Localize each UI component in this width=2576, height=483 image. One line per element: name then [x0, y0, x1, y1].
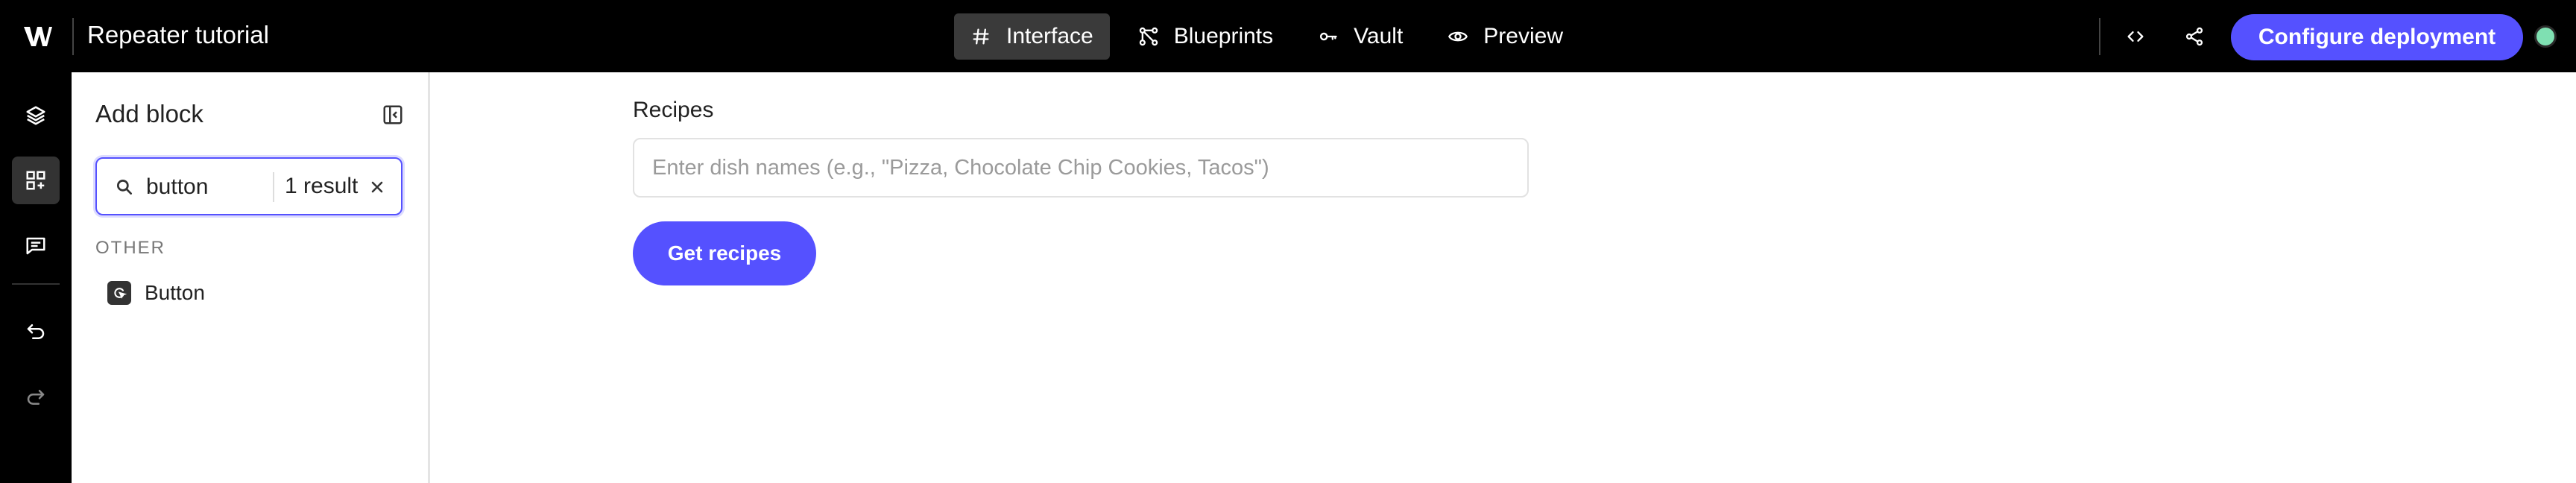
w-logo-icon[interactable]: [22, 24, 52, 49]
tab-preview[interactable]: Preview: [1431, 13, 1579, 60]
left-rail: [0, 72, 72, 483]
app-title: Repeater tutorial: [87, 21, 269, 48]
tab-blueprints[interactable]: Blueprints: [1122, 13, 1289, 60]
tab-preview-label: Preview: [1483, 24, 1563, 48]
block-item-button[interactable]: Button: [95, 272, 402, 314]
search-icon: [116, 179, 133, 195]
code-button[interactable]: [2121, 22, 2150, 51]
add-block-panel: Add block 1 result OTHER Button: [72, 72, 430, 483]
builder-canvas: Recipes Get recipes: [432, 72, 2576, 483]
eye-icon: [1448, 31, 1468, 42]
clear-search-icon[interactable]: [368, 178, 386, 196]
section-label-other: OTHER: [95, 238, 165, 258]
add-block-icon: [26, 171, 45, 190]
recipes-label: Recipes: [633, 98, 714, 122]
redo-button[interactable]: [12, 373, 60, 421]
recipes-input[interactable]: [633, 138, 1529, 198]
comments-button[interactable]: [12, 222, 60, 270]
hash-icon: [973, 28, 989, 45]
collapse-panel-icon[interactable]: [382, 104, 404, 126]
comment-icon: [26, 237, 45, 255]
search-divider: [273, 172, 274, 202]
get-recipes-button[interactable]: Get recipes: [633, 221, 816, 285]
top-bar: Repeater tutorial Interface Blueprints V…: [0, 0, 2576, 72]
tab-interface[interactable]: Interface: [954, 13, 1110, 60]
panel-title: Add block: [95, 100, 203, 127]
block-search-box[interactable]: 1 result: [95, 157, 402, 215]
search-input[interactable]: [146, 172, 265, 202]
undo-icon: [27, 324, 45, 339]
share-icon: [2185, 27, 2203, 46]
key-icon: [1320, 32, 1337, 41]
add-block-button[interactable]: [12, 157, 60, 204]
redo-icon: [27, 390, 45, 405]
search-result-count: 1 result: [285, 174, 359, 198]
tab-vault[interactable]: Vault: [1301, 13, 1419, 60]
button-block-icon: [107, 281, 131, 305]
tab-interface-label: Interface: [1006, 24, 1093, 48]
configure-deployment-button[interactable]: Configure deployment: [2231, 14, 2523, 60]
logo-divider: [72, 18, 74, 55]
layers-icon: [26, 106, 45, 125]
code-icon: [2127, 31, 2144, 42]
share-button[interactable]: [2180, 22, 2209, 51]
main-nav: Interface Blueprints Vault Preview: [954, 13, 1579, 60]
tab-blueprints-label: Blueprints: [1173, 24, 1274, 48]
tab-vault-label: Vault: [1354, 24, 1404, 48]
undo-button[interactable]: [12, 308, 60, 356]
rail-divider: [12, 283, 60, 285]
toolbar-divider: [2099, 18, 2100, 55]
layers-button[interactable]: [12, 92, 60, 139]
block-item-label: Button: [145, 281, 205, 304]
status-indicator: [2534, 25, 2557, 48]
blueprints-icon: [1139, 27, 1158, 46]
